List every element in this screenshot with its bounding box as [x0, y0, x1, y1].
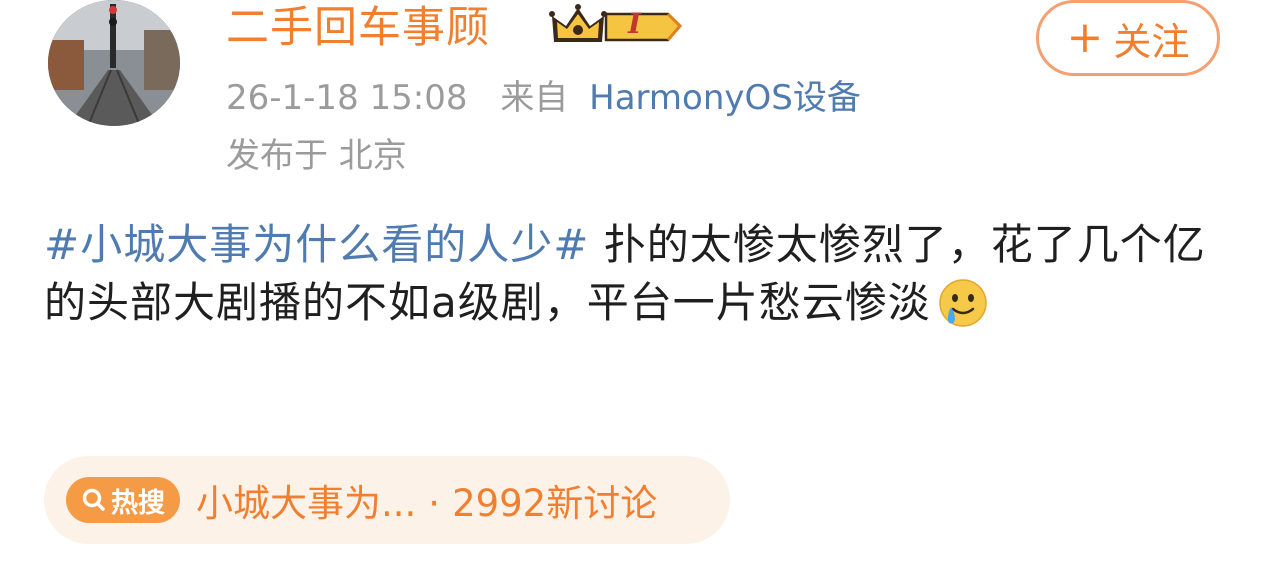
plus-icon: + [1066, 12, 1104, 63]
weibo-post-card: 二手回车事顾 I + 关注 26-1-18 15:08 来自 HarmonyOS… [0, 0, 1264, 577]
post-time: 26-1-18 15:08 [226, 78, 468, 118]
hot-search-pill[interactable]: 热搜 小城大事为... · 2992新讨论 [44, 456, 730, 544]
crown-icon [549, 4, 683, 42]
search-icon [82, 488, 105, 511]
vip-level-label: I [628, 7, 642, 40]
post-location: 发布于 北京 [226, 136, 407, 176]
hot-search-badge-label: 热搜 [111, 487, 165, 519]
post-meta: 26-1-18 15:08 来自 HarmonyOS设备 [226, 76, 861, 120]
avatar-image [48, 0, 180, 126]
hot-search-topic: 小城大事为... [196, 482, 417, 525]
follow-label: 关注 [1113, 19, 1190, 64]
hot-search-text: 小城大事为... · 2992新讨论 [196, 473, 657, 527]
hot-search-badge: 热搜 [66, 477, 180, 523]
post-content: #小城大事为什么看的人少# 扑的太惨太惨烈了，花了几个亿的头部大剧播的不如a级剧… [44, 216, 1234, 332]
vip-badge[interactable]: I [548, 2, 686, 50]
follow-button[interactable]: + 关注 [1036, 0, 1220, 76]
topic-hashtag-link[interactable]: #小城大事为什么看的人少# [44, 220, 589, 269]
source-prefix: 来自 [500, 78, 569, 118]
avatar[interactable] [48, 0, 180, 126]
tearful-smile-emoji [939, 279, 987, 327]
username[interactable]: 二手回车事顾 [226, 2, 490, 54]
hot-search-separator: · [428, 482, 441, 525]
source-device-link[interactable]: HarmonyOS设备 [589, 78, 861, 118]
hot-search-count: 2992新讨论 [452, 482, 658, 525]
